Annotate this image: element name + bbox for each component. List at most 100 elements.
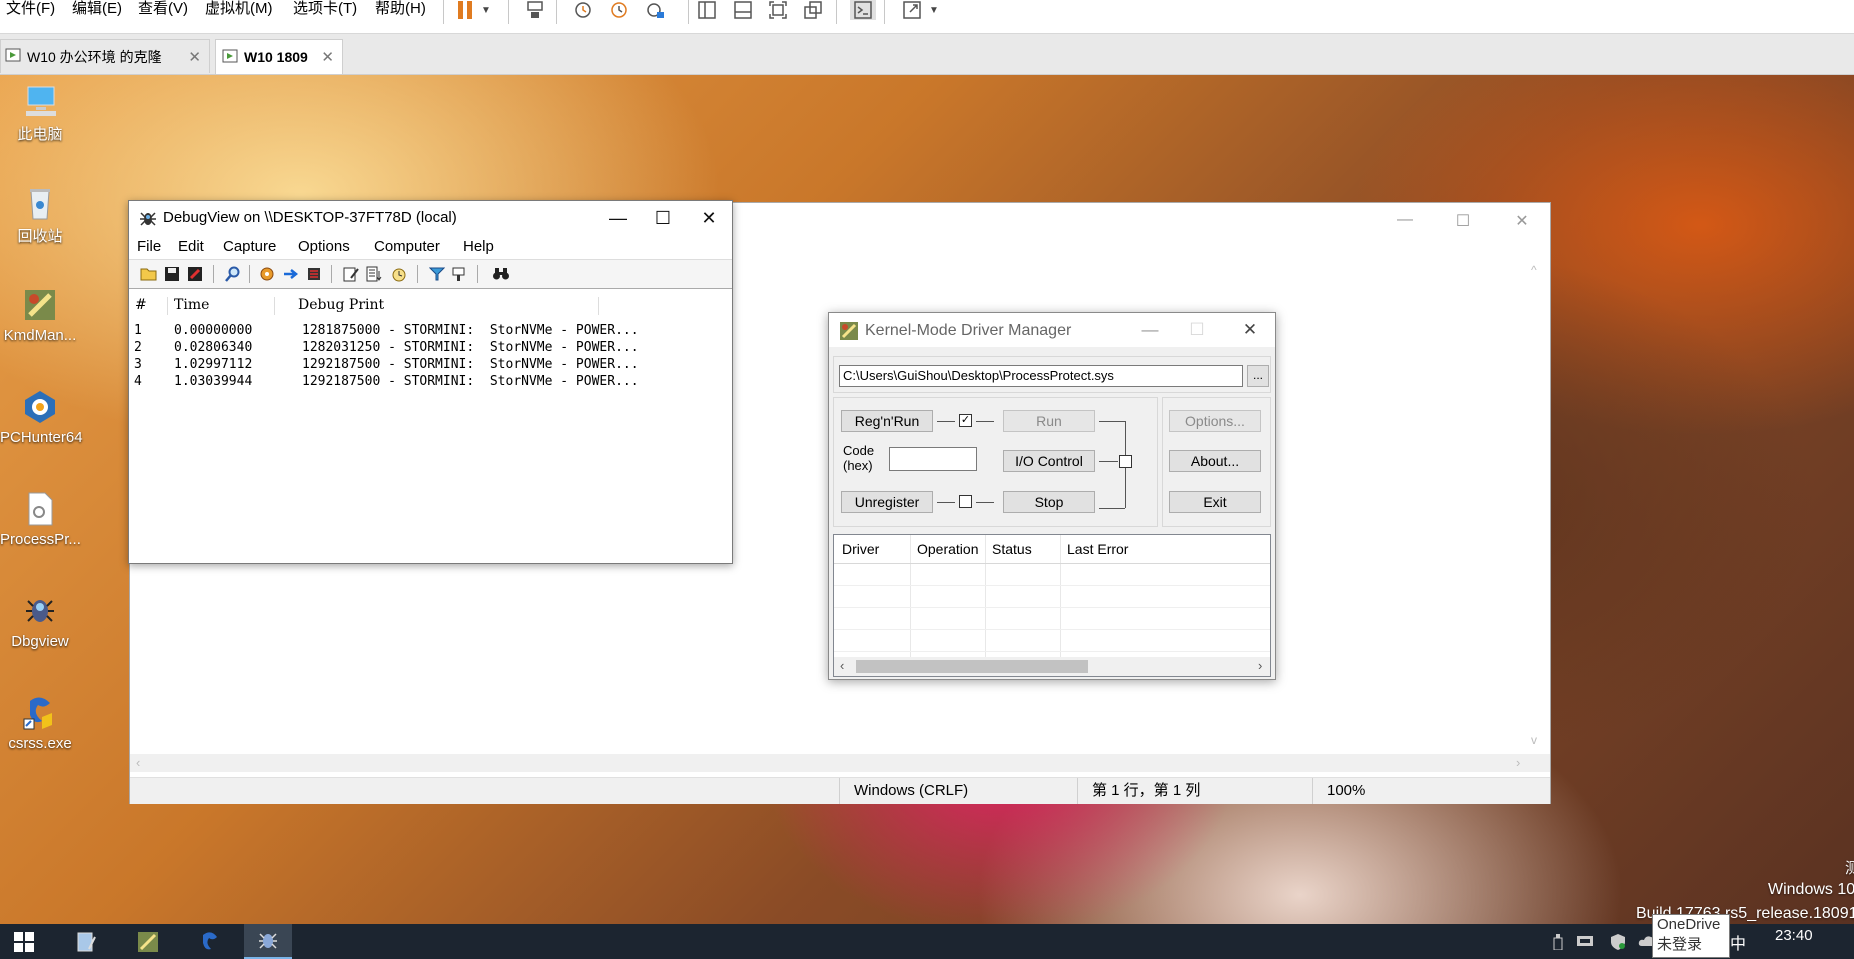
register-checkbox[interactable]: ✓ [959,414,972,427]
revert-snapshot-icon[interactable] [606,0,632,20]
close-icon[interactable]: ✕ [686,201,732,235]
minimize-icon[interactable]: — [595,201,641,235]
close-icon[interactable]: ✕ [321,48,334,66]
desktop-icon-dbgview[interactable]: Dbgview [0,593,80,650]
stretch-dropdown-icon[interactable]: ▼ [926,0,942,20]
menu-edit[interactable]: 编辑(E) [72,0,122,18]
browse-button[interactable]: ... [1247,365,1269,387]
io-control-button[interactable]: I/O Control [1003,450,1095,472]
close-icon[interactable]: ✕ [1227,313,1273,347]
scroll-right-icon[interactable]: › [1258,658,1262,673]
full-screen-icon[interactable] [765,0,791,20]
snapshot-manager-icon[interactable] [642,0,668,20]
menu-vm[interactable]: 虚拟机(M) [205,0,273,18]
minimize-icon[interactable]: — [1390,211,1420,233]
desktop-icon-csrss[interactable]: csrss.exe [0,695,80,752]
capture-kernel-icon[interactable] [257,264,277,284]
taskbar-notepad[interactable] [62,924,110,959]
column-header-number[interactable]: # [135,297,168,315]
table-row[interactable]: 2 0.02806340 1282031250 - STORMINI: Stor… [130,339,720,356]
stretch-icon[interactable] [900,0,926,20]
column-header-driver[interactable]: Driver [842,541,879,557]
desktop-icon-this-pc[interactable]: 此电脑 [0,83,80,144]
debugview-titlebar[interactable]: DebugView on \\DESKTOP-37FT78D (local) —… [129,201,732,235]
unity-icon[interactable] [800,0,826,20]
menu-edit[interactable]: Edit [178,238,204,255]
sidebar-icon[interactable] [694,0,720,20]
unregister-button[interactable]: Unregister [841,491,933,513]
desktop-icon-recycle-bin[interactable]: 回收站 [0,185,80,246]
tab-w10-1809[interactable]: W10 1809 ✕ [215,39,343,74]
close-icon[interactable]: ✕ [188,48,201,66]
clock-time[interactable]: 23:40 [1775,927,1813,944]
driver-path-field[interactable]: C:\Users\GuiShou\Desktop\ProcessProtect.… [839,365,1243,387]
clock-icon[interactable] [389,264,409,284]
save-icon[interactable] [162,264,182,284]
tab-w10-clone[interactable]: W10 办公环境 的克隆 ✕ [0,39,210,73]
dropdown-arrow-icon[interactable]: ▼ [478,0,494,20]
menu-view[interactable]: 查看(V) [138,0,188,18]
driver-operation-list[interactable]: Driver Operation Status Last Error ‹ › [833,534,1271,677]
time-format-icon[interactable] [364,264,384,284]
horizontal-scrollbar[interactable]: ‹ › [834,657,1270,676]
clear-display-icon[interactable] [341,264,361,284]
open-folder-icon[interactable] [139,264,159,284]
unregister-checkbox[interactable] [959,495,972,508]
close-icon[interactable]: ✕ [1507,211,1537,233]
column-header-last-error[interactable]: Last Error [1067,541,1128,557]
menu-capture[interactable]: Capture [223,238,276,255]
reg-n-run-button[interactable]: Reg'n'Run [841,410,933,432]
save-log-icon[interactable] [185,264,205,284]
about-button[interactable]: About... [1169,450,1261,472]
menu-help[interactable]: 帮助(H) [375,0,426,18]
capture-magnifier-icon[interactable] [223,264,243,284]
scroll-up-icon[interactable]: ^ [1531,263,1537,277]
highlight-icon[interactable] [449,264,469,284]
scroll-right-icon[interactable]: › [1516,755,1520,770]
scroll-left-icon[interactable]: ‹ [840,658,844,673]
menu-help[interactable]: Help [463,238,494,255]
desktop-icon-kmdmanager[interactable]: KmdMan... [0,287,80,344]
snapshot-icon[interactable] [570,0,596,20]
desktop-icon-pchunter[interactable]: PCHunter64 [0,389,83,446]
scroll-left-icon[interactable]: ‹ [136,755,140,770]
start-button[interactable] [0,924,48,959]
filter-icon[interactable] [427,264,447,284]
taskbar-dbgview[interactable] [244,924,292,959]
debug-output-list[interactable]: # Time Debug Print 1 0.00000000 12818750… [130,289,731,561]
menu-computer[interactable]: Computer [374,238,440,255]
menu-options[interactable]: Options [298,238,350,255]
console-icon[interactable] [850,0,876,20]
taskbar-csrss[interactable] [186,924,234,959]
debugview-window[interactable]: DebugView on \\DESKTOP-37FT78D (local) —… [128,200,733,564]
maximize-icon[interactable]: ☐ [640,201,686,235]
column-header-operation[interactable]: Operation [917,541,978,557]
table-row[interactable]: 3 1.02997112 1292187500 - STORMINI: Stor… [130,356,720,373]
thumbnail-icon[interactable] [730,0,756,20]
column-header-status[interactable]: Status [992,541,1032,557]
pause-icon[interactable] [452,0,478,20]
io-control-checkbox[interactable] [1119,455,1132,468]
usb-icon[interactable] [1552,934,1564,953]
exit-button[interactable]: Exit [1169,491,1261,513]
scroll-thumb[interactable] [856,660,1088,673]
column-header-time[interactable]: Time [174,297,275,315]
kmdm-window[interactable]: Kernel-Mode Driver Manager — ☐ ✕ C:\User… [828,312,1276,680]
find-binoculars-icon[interactable] [491,264,511,284]
security-shield-icon[interactable] [1610,934,1626,953]
table-row[interactable]: 4 1.03039944 1292187500 - STORMINI: Stor… [130,373,720,390]
horizontal-scrollbar[interactable]: ‹ › [130,754,1550,772]
ime-indicator[interactable]: 中 [1730,930,1746,954]
menu-file[interactable]: 文件(F) [6,0,55,18]
maximize-icon[interactable]: ☐ [1448,211,1478,233]
capture-win32-icon[interactable] [305,264,325,284]
menu-tabs[interactable]: 选项卡(T) [293,0,357,18]
table-row[interactable]: 1 0.00000000 1281875000 - STORMINI: Stor… [130,322,720,339]
desktop-icon-processprotect[interactable]: ProcessPr... [0,491,81,548]
kmdm-titlebar[interactable]: Kernel-Mode Driver Manager — ☐ ✕ [829,313,1275,347]
taskbar-kmdmanager[interactable] [124,924,172,959]
send-keys-icon[interactable] [522,0,548,20]
column-header-debug-print[interactable]: Debug Print [298,297,599,315]
menu-file[interactable]: File [137,238,161,255]
pass-through-arrow-icon[interactable] [281,264,301,284]
